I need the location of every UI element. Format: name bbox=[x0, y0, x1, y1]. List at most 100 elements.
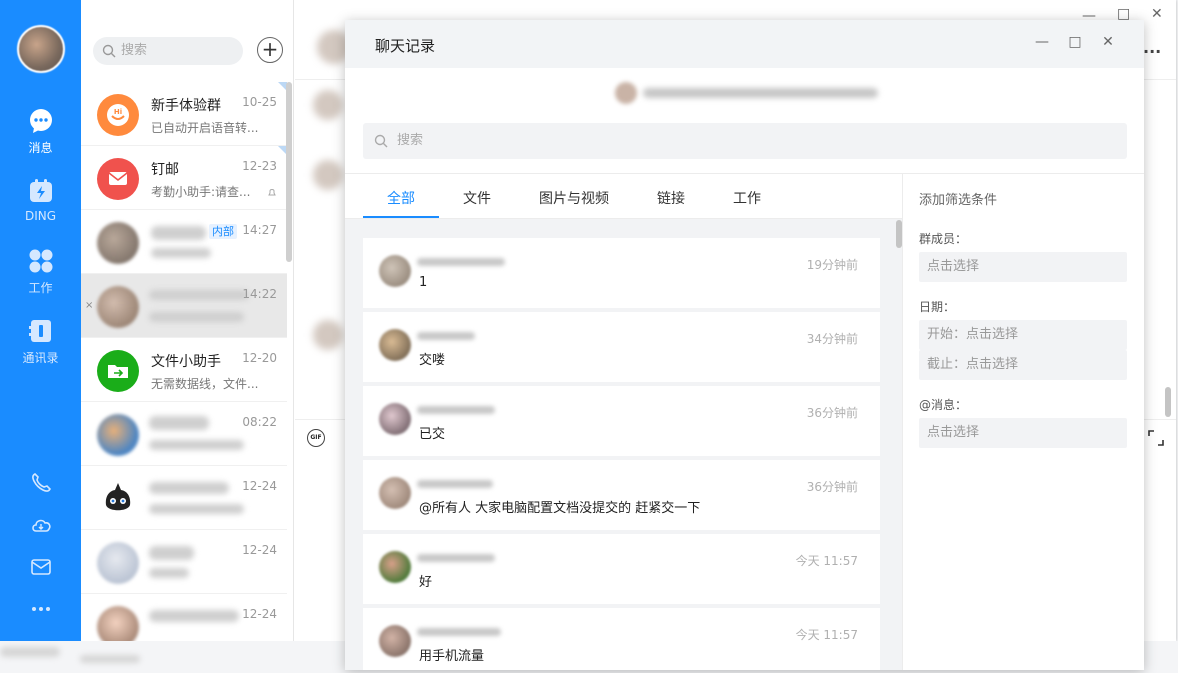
close-icon[interactable]: × bbox=[85, 300, 93, 311]
list-item[interactable]: 文件小助手 12-20 无需数据线，文件... bbox=[81, 338, 287, 402]
conversation-preview: 已自动开启语音转... bbox=[151, 121, 259, 135]
sender-name-blurred bbox=[417, 406, 495, 414]
search-icon bbox=[102, 44, 116, 58]
cloud-button[interactable] bbox=[0, 514, 81, 540]
conversation-preview: 考勤小助手:请查... bbox=[151, 185, 251, 199]
at-filter-label: @消息： bbox=[919, 398, 968, 412]
message-text: 1 bbox=[419, 275, 428, 290]
dialog-minimize-icon[interactable]: — bbox=[1034, 34, 1050, 50]
contact-avatar bbox=[97, 286, 139, 328]
nav-item-contacts[interactable]: 通讯录 bbox=[0, 318, 81, 366]
dialog-title: 聊天记录 bbox=[375, 37, 436, 55]
conversation-time: 12-20 bbox=[242, 351, 277, 365]
nav-item-messages[interactable]: 消息 bbox=[0, 108, 81, 156]
more-options-icon[interactable]: ... bbox=[1143, 38, 1161, 57]
message-time: 今天 11:57 bbox=[795, 554, 858, 568]
search-placeholder: 搜索 bbox=[121, 43, 148, 58]
envelope-icon bbox=[108, 172, 128, 185]
history-message[interactable]: 今天 11:57 用手机流量 bbox=[363, 608, 880, 670]
list-item[interactable]: 12-24 bbox=[81, 594, 287, 641]
message-time: 34分钟前 bbox=[806, 332, 858, 346]
message-time: 今天 11:57 bbox=[795, 628, 858, 642]
history-message[interactable]: 今天 11:57 好 bbox=[363, 534, 880, 604]
history-message[interactable]: 19分钟前 1 bbox=[363, 238, 880, 308]
list-item[interactable]: 钉邮 12-23 考勤小助手:请查... bbox=[81, 146, 287, 210]
nav-item-work[interactable]: 工作 bbox=[0, 248, 81, 296]
history-message[interactable]: 36分钟前 已交 bbox=[363, 386, 880, 456]
history-message[interactable]: 34分钟前 交喽 bbox=[363, 312, 880, 382]
history-search-input[interactable]: 搜索 bbox=[363, 123, 1127, 159]
nav-label: DING bbox=[24, 209, 57, 223]
close-window-icon[interactable]: ✕ bbox=[1151, 6, 1163, 22]
filter-title: 添加筛选条件 bbox=[919, 193, 998, 208]
conversation-time: 12-24 bbox=[242, 543, 277, 557]
list-item[interactable]: 12-24 bbox=[81, 530, 287, 594]
nav-item-ding[interactable]: DING bbox=[0, 178, 81, 223]
list-item[interactable]: × 14:22 bbox=[81, 274, 287, 338]
list-item[interactable]: Hi 新手体验群 10-25 已自动开启语音转... bbox=[81, 82, 287, 146]
sender-avatar bbox=[379, 329, 411, 361]
list-item[interactable]: 内部 14:27 bbox=[81, 210, 287, 274]
more-button[interactable] bbox=[0, 598, 81, 624]
conversation-title-blurred bbox=[615, 82, 880, 104]
conversation-time: 14:27 bbox=[242, 223, 277, 237]
tab-work[interactable]: 工作 bbox=[733, 188, 761, 208]
sender-avatar bbox=[379, 255, 411, 287]
nav-label: 通讯录 bbox=[22, 351, 59, 365]
list-item[interactable]: 12-24 bbox=[81, 466, 287, 530]
contact-avatar bbox=[97, 606, 139, 641]
conversation-time: 12-23 bbox=[242, 159, 277, 173]
phone-icon bbox=[31, 473, 51, 492]
message-text: 用手机流量 bbox=[419, 649, 485, 664]
mail-button[interactable] bbox=[0, 556, 81, 582]
dialog-header: 聊天记录 — □ ✕ bbox=[345, 20, 1144, 68]
conversation-time: 08:22 bbox=[242, 415, 277, 429]
sender-name-blurred bbox=[417, 258, 505, 266]
conversation-time: 12-24 bbox=[242, 607, 277, 621]
list-scrollbar[interactable] bbox=[286, 82, 292, 262]
group-avatar: Hi bbox=[97, 94, 139, 136]
mail-avatar bbox=[97, 158, 139, 200]
smile-badge-icon: Hi bbox=[107, 104, 129, 126]
date-end-select[interactable]: 截止：点击选择 bbox=[919, 350, 1127, 380]
conversation-time: 12-24 bbox=[242, 479, 277, 493]
tab-all[interactable]: 全部 bbox=[387, 188, 415, 208]
search-icon bbox=[374, 134, 388, 148]
member-select[interactable]: 点击选择 bbox=[919, 252, 1127, 282]
tab-links[interactable]: 链接 bbox=[657, 188, 685, 208]
at-select[interactable]: 点击选择 bbox=[919, 418, 1127, 448]
tab-files[interactable]: 文件 bbox=[463, 188, 491, 208]
svg-text:Hi: Hi bbox=[114, 108, 122, 116]
sender-name-blurred bbox=[417, 628, 501, 636]
history-tabs: 全部 文件 图片与视频 链接 工作 bbox=[345, 174, 902, 219]
member-filter-label: 群成员： bbox=[919, 232, 968, 246]
message-time: 36分钟前 bbox=[806, 480, 858, 494]
expand-icon[interactable] bbox=[1148, 430, 1164, 446]
sender-name-blurred bbox=[417, 332, 475, 340]
user-avatar[interactable] bbox=[17, 25, 65, 73]
cartoon-avatar-icon bbox=[105, 483, 131, 511]
active-tab-indicator bbox=[363, 216, 439, 218]
add-button[interactable]: + bbox=[257, 37, 283, 63]
sender-avatar bbox=[379, 477, 411, 509]
phone-button[interactable] bbox=[0, 472, 81, 498]
chat-icon bbox=[29, 109, 52, 133]
list-item[interactable]: 08:22 bbox=[81, 402, 287, 466]
contacts-icon bbox=[28, 320, 51, 342]
filter-panel: 添加筛选条件 群成员： 点击选择 日期： 开始：点击选择 截止：点击选择 @消息… bbox=[903, 174, 1144, 670]
chat-scrollbar[interactable] bbox=[1165, 387, 1171, 417]
gif-icon[interactable]: GIF bbox=[307, 429, 325, 447]
date-filter-label: 日期： bbox=[919, 300, 956, 314]
dialog-maximize-icon[interactable]: □ bbox=[1067, 34, 1083, 50]
date-start-select[interactable]: 开始：点击选择 bbox=[919, 320, 1127, 350]
nav-label: 消息 bbox=[28, 141, 53, 155]
nav-label: 工作 bbox=[28, 281, 53, 295]
sender-name-blurred bbox=[417, 480, 493, 488]
search-input[interactable]: 搜索 bbox=[93, 37, 243, 65]
dialog-close-icon[interactable]: ✕ bbox=[1100, 34, 1116, 50]
tab-media[interactable]: 图片与视频 bbox=[539, 188, 609, 208]
conversation-preview: 无需数据线，文件... bbox=[151, 377, 259, 391]
more-icon bbox=[31, 607, 50, 611]
history-message[interactable]: 36分钟前 @所有人 大家电脑配置文档没提交的 赶紧交一下 bbox=[363, 460, 880, 530]
mail-icon bbox=[30, 559, 51, 575]
